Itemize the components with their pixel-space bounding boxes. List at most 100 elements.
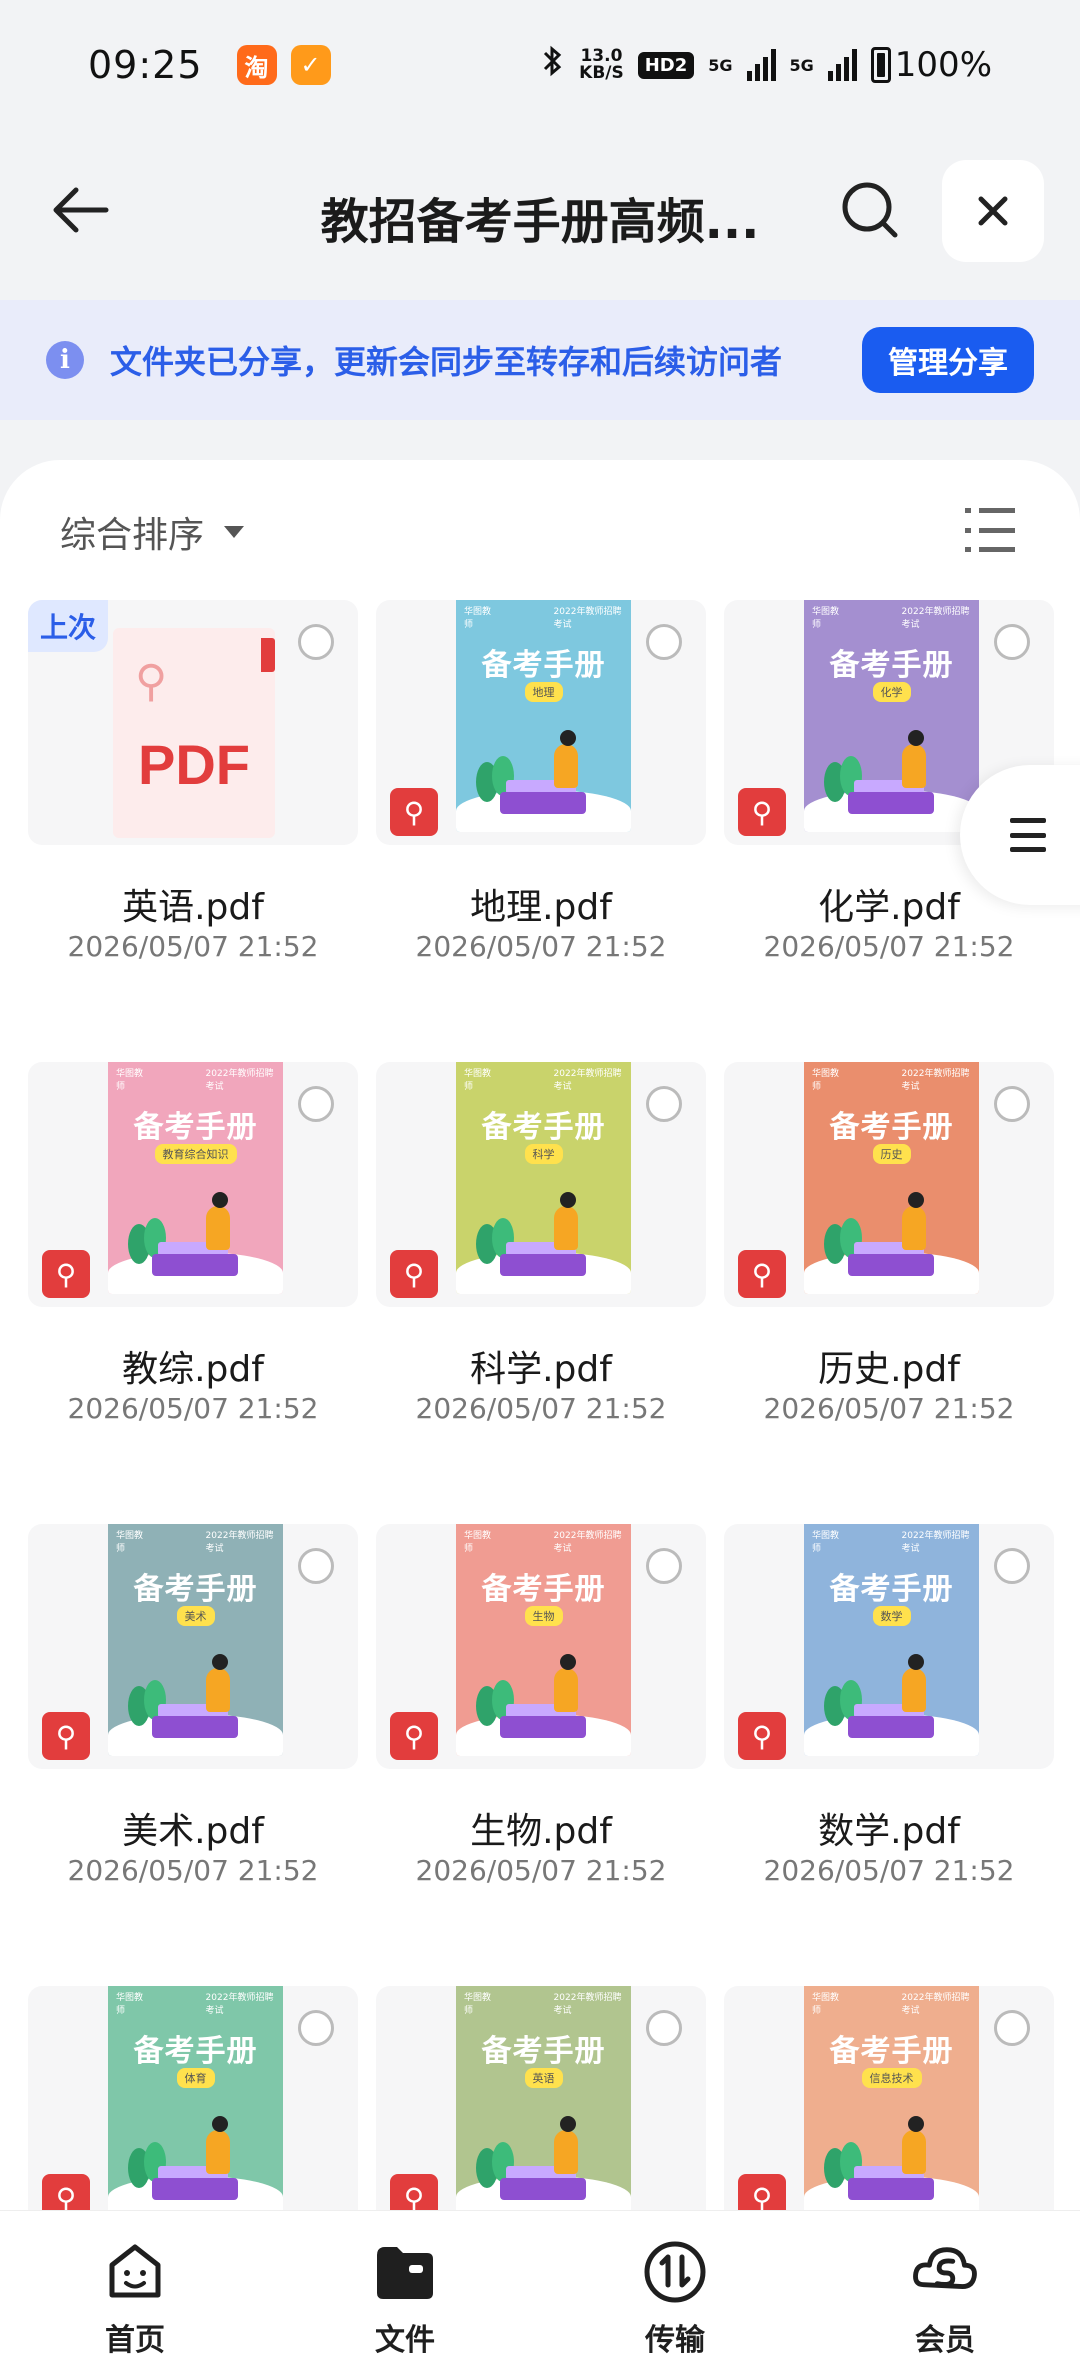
file-item[interactable]: 华图教师 2022年教师招聘考试 备考手册 教育综合知识 ⚲ 教综.pdf 2026/05/…	[28, 1062, 358, 1482]
last-opened-badge: 上次	[28, 600, 109, 652]
signal-bars-1-icon	[746, 49, 776, 81]
book-cover: 华图教师 2022年教师招聘考试备考手册 生物	[456, 1524, 631, 1756]
nav-item-home[interactable]: 首页	[35, 2237, 235, 2359]
cover-brand: 华图教师	[812, 1993, 840, 2016]
app-check-icon: ✓	[290, 45, 331, 85]
file-name: 生物.pdf	[470, 1811, 612, 1852]
bottom-nav: 首页 文件 传输 会员	[0, 2210, 1080, 2376]
file-date: 2026/05/07 21:52	[67, 1392, 319, 1425]
cover-subject: 数学	[872, 1606, 911, 1626]
cover-title: 备考手册	[481, 1572, 606, 1607]
file-item[interactable]: 华图教师 2022年教师招聘考试 备考手册 体育 ⚲	[28, 1986, 358, 2220]
cover-title: 备考手册	[829, 648, 954, 683]
share-banner-text: 文件夹已分享，更新会同步至转存和后续访问者	[110, 343, 783, 381]
cover-subject: 生物	[524, 1606, 563, 1626]
cover-brand: 华图教师	[116, 1993, 144, 2016]
file-item[interactable]: 华图教师 2022年教师招聘考试 备考手册 生物 ⚲ 生物.pdf 2026/05/07 2…	[376, 1524, 706, 1944]
book-cover: 华图教师 2022年教师招聘考试 备考手册 信息技术	[804, 1986, 979, 2218]
cover-brand: 华图教师	[464, 1069, 492, 1092]
select-checkbox[interactable]	[994, 2010, 1030, 2046]
cover-title: 备考手册	[829, 1110, 954, 1145]
book-cover: 华图教师 2022年教师招聘考试 备考手册 历史	[804, 1062, 979, 1294]
cover-subject: 教育综合知识	[154, 1144, 237, 1164]
cover-title: 备考手册	[133, 1110, 258, 1145]
file-name: 历史.pdf	[818, 1349, 960, 1390]
select-checkbox[interactable]	[298, 1086, 334, 1122]
select-checkbox[interactable]	[646, 624, 682, 660]
cover-title: 备考手册	[481, 648, 606, 683]
close-button[interactable]	[942, 160, 1044, 262]
file-item[interactable]: 华图教师 2022年教师招聘考试 备考手册 数学 ⚲ 数学.pdf 2026/05/07 2…	[724, 1524, 1054, 1944]
file-item[interactable]: 华图教师 2022年教师招聘考试 备考手册 历史 ⚲ 历史.pdf 2026/05/07 2…	[724, 1062, 1054, 1482]
cover-brand: 华图教师	[812, 1531, 840, 1554]
sort-dropdown[interactable]: 综合排序	[60, 506, 245, 558]
cover-subject: 美术	[176, 1606, 215, 1626]
page-title: 教招备考手册高频...	[320, 194, 760, 250]
select-checkbox[interactable]	[646, 2010, 682, 2046]
file-date: 2026/05/07 21:52	[67, 1854, 319, 1887]
signal-label-2: 5G	[789, 55, 814, 75]
battery: 100%	[870, 45, 992, 85]
file-name: 教综.pdf	[122, 1349, 264, 1390]
list-view-button[interactable]	[965, 508, 1015, 552]
file-date: 2026/05/07 21:52	[415, 1392, 667, 1425]
file-item[interactable]: ⚲ PDF 上次 英语.pdf 2026/05/07 21:52	[28, 600, 358, 1020]
nav-item-transfer[interactable]: 传输	[575, 2237, 775, 2359]
cover-brand: 华图教师	[464, 1993, 492, 2016]
cover-exam-label: 2022年教师招聘考试	[205, 1531, 274, 1554]
cover-subject: 地理	[524, 682, 563, 702]
cover-brand: 华图教师	[116, 1069, 144, 1092]
search-button[interactable]	[830, 170, 910, 250]
cover-exam-label: 2022年教师招聘考试	[205, 1069, 274, 1092]
select-checkbox[interactable]	[298, 1548, 334, 1584]
pdf-file-icon: ⚲	[390, 788, 438, 836]
signal-bars-2-icon	[827, 49, 857, 81]
cover-exam-label: 2022年教师招聘考试	[553, 607, 622, 630]
cover-brand: 华图教师	[464, 1531, 492, 1554]
cover-title: 备考手册	[133, 1572, 258, 1607]
taobao-icon: 淘	[236, 45, 277, 85]
book-cover: 华图教师 2022年教师招聘考试 备考手册 地理	[456, 600, 631, 832]
file-content: 综合排序 ⚲ PDF 上次 英语.pdf 2026/05/07 21:52 华图教师 202…	[0, 460, 1080, 2220]
header: 教招备考手册高频...	[0, 130, 1080, 300]
file-item[interactable]: 华图教师 2022年教师招聘考试 备考手册 地理 ⚲ 地理.pdf 2026/05/07 2…	[376, 600, 706, 1020]
pdf-label: PDF	[138, 733, 250, 796]
pdf-file-icon: ⚲	[738, 788, 786, 836]
cover-exam-label: 2022年教师招聘考试	[553, 1531, 622, 1554]
cover-subject: 英语	[524, 2068, 563, 2088]
battery-level: 100%	[894, 45, 992, 85]
select-checkbox[interactable]	[298, 624, 334, 660]
cover-title: 备考手册	[481, 2034, 606, 2069]
home-face-icon	[100, 2237, 170, 2307]
manage-share-button[interactable]: 管理分享	[862, 327, 1034, 393]
cover-subject: 体育	[176, 2068, 215, 2088]
file-date: 2026/05/07 21:52	[763, 1854, 1015, 1887]
select-checkbox[interactable]	[646, 1548, 682, 1584]
file-item[interactable]: 华图教师 2022年教师招聘考试 备考手册 美术 ⚲ 美术.pdf 2026/05/07 2…	[28, 1524, 358, 1944]
select-checkbox[interactable]	[994, 1548, 1030, 1584]
cover-brand: 华图教师	[812, 607, 840, 630]
nav-item-vip[interactable]: 会员	[845, 2237, 1045, 2359]
select-checkbox[interactable]	[994, 624, 1030, 660]
file-item[interactable]: 华图教师 2022年教师招聘考试 备考手册 英语 ⚲	[376, 1986, 706, 2220]
file-name: 数学.pdf	[818, 1811, 960, 1852]
close-icon	[978, 196, 1008, 226]
select-checkbox[interactable]	[646, 1086, 682, 1122]
select-checkbox[interactable]	[298, 2010, 334, 2046]
cover-exam-label: 2022年教师招聘考试	[553, 1993, 622, 2016]
cover-brand: 华图教师	[812, 1069, 840, 1092]
status-right: 13.0 KB/S HD2 5G 5G 100%	[541, 43, 992, 88]
file-item[interactable]: 华图教师 2022年教师招聘考试 备考手册 科学 ⚲ 科学.pdf 2026/05/07 2…	[376, 1062, 706, 1482]
pdf-file-icon: ⚲	[42, 1712, 90, 1760]
status-bar: 09:25 淘 ✓ 13.0 KB/S HD2 5G 5G 100%	[0, 0, 1080, 130]
file-name: 科学.pdf	[470, 1349, 612, 1390]
nav-item-files[interactable]: 文件	[305, 2237, 505, 2359]
pdf-file-icon: ⚲	[390, 1250, 438, 1298]
folder-icon	[370, 2237, 440, 2307]
vip-icon	[910, 2237, 980, 2307]
pdf-document-icon: ⚲ PDF	[113, 628, 275, 838]
book-cover: 华图教师 2022年教师招聘考试 备考手册 数学	[804, 1524, 979, 1756]
select-checkbox[interactable]	[994, 1086, 1030, 1122]
file-item[interactable]: 华图教师 2022年教师招聘考试 备考手册 信息技术 ⚲	[724, 1986, 1054, 2220]
battery-icon	[870, 47, 891, 83]
